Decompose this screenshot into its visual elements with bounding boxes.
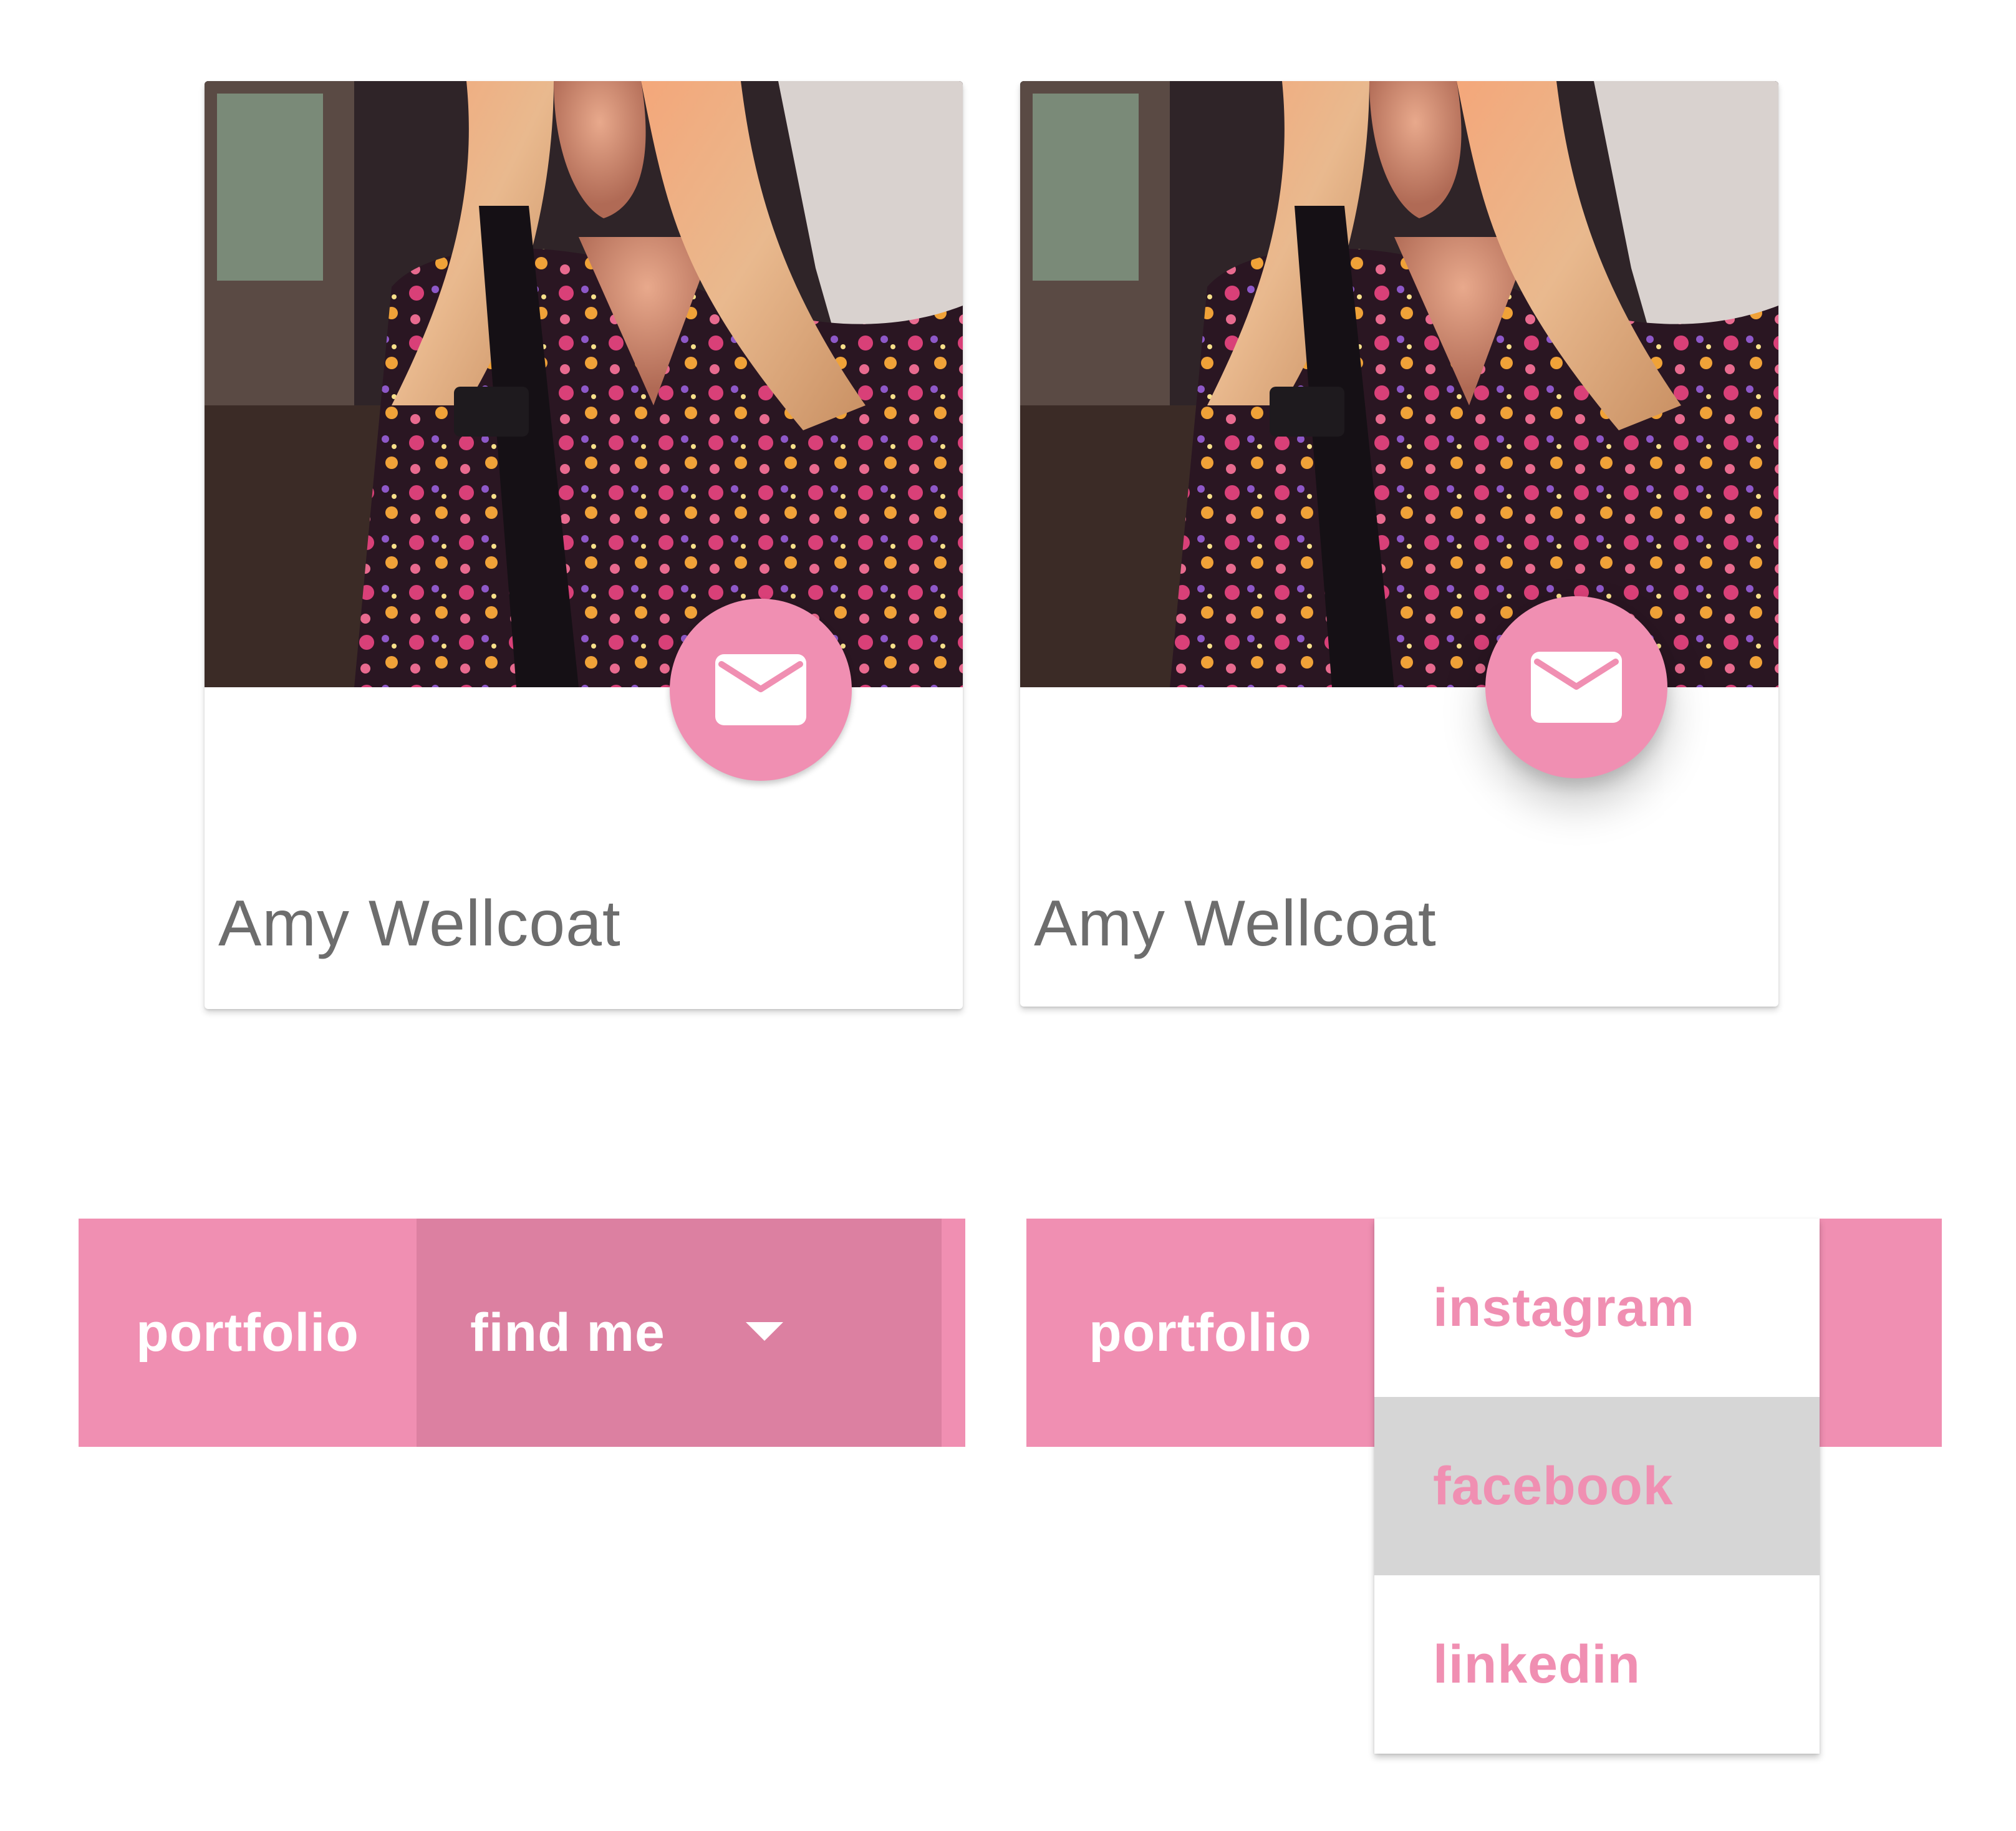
nav-item-label: portfolio xyxy=(1089,1302,1312,1363)
nav-item-label: find me xyxy=(470,1302,665,1363)
caret-down-icon xyxy=(746,1322,783,1341)
canvas: Amy Wellcoat Amy Wellcoat portfolio find… xyxy=(0,0,2016,1831)
nav-item-portfolio[interactable]: portfolio xyxy=(1026,1219,1374,1447)
profile-photo-image xyxy=(1020,81,1778,687)
profile-name: Amy Wellcoat xyxy=(218,887,621,960)
profile-card-hover: Amy Wellcoat xyxy=(1020,81,1778,1007)
mail-icon xyxy=(715,654,806,725)
navbar-closed: portfolio find me xyxy=(79,1219,965,1447)
dropdown-item-instagram[interactable]: instagram xyxy=(1374,1219,1820,1397)
profile-card: Amy Wellcoat xyxy=(205,81,963,1009)
profile-photo xyxy=(205,81,963,687)
find-me-dropdown: instagram facebook linkedin xyxy=(1374,1219,1820,1754)
profile-photo xyxy=(1020,81,1778,687)
nav-item-portfolio[interactable]: portfolio xyxy=(79,1219,417,1447)
dropdown-item-label: facebook xyxy=(1433,1456,1674,1516)
mail-button[interactable] xyxy=(1485,596,1667,778)
dropdown-item-label: instagram xyxy=(1433,1277,1695,1338)
nav-item-label: portfolio xyxy=(136,1302,359,1363)
profile-name: Amy Wellcoat xyxy=(1034,887,1437,960)
dropdown-item-linkedin[interactable]: linkedin xyxy=(1374,1575,1820,1754)
mail-icon xyxy=(1531,652,1622,723)
nav-item-find-me[interactable]: find me xyxy=(417,1219,942,1447)
mail-button[interactable] xyxy=(670,599,852,781)
dropdown-item-facebook[interactable]: facebook xyxy=(1374,1397,1820,1575)
profile-photo-image xyxy=(205,81,963,687)
dropdown-item-label: linkedin xyxy=(1433,1634,1641,1694)
